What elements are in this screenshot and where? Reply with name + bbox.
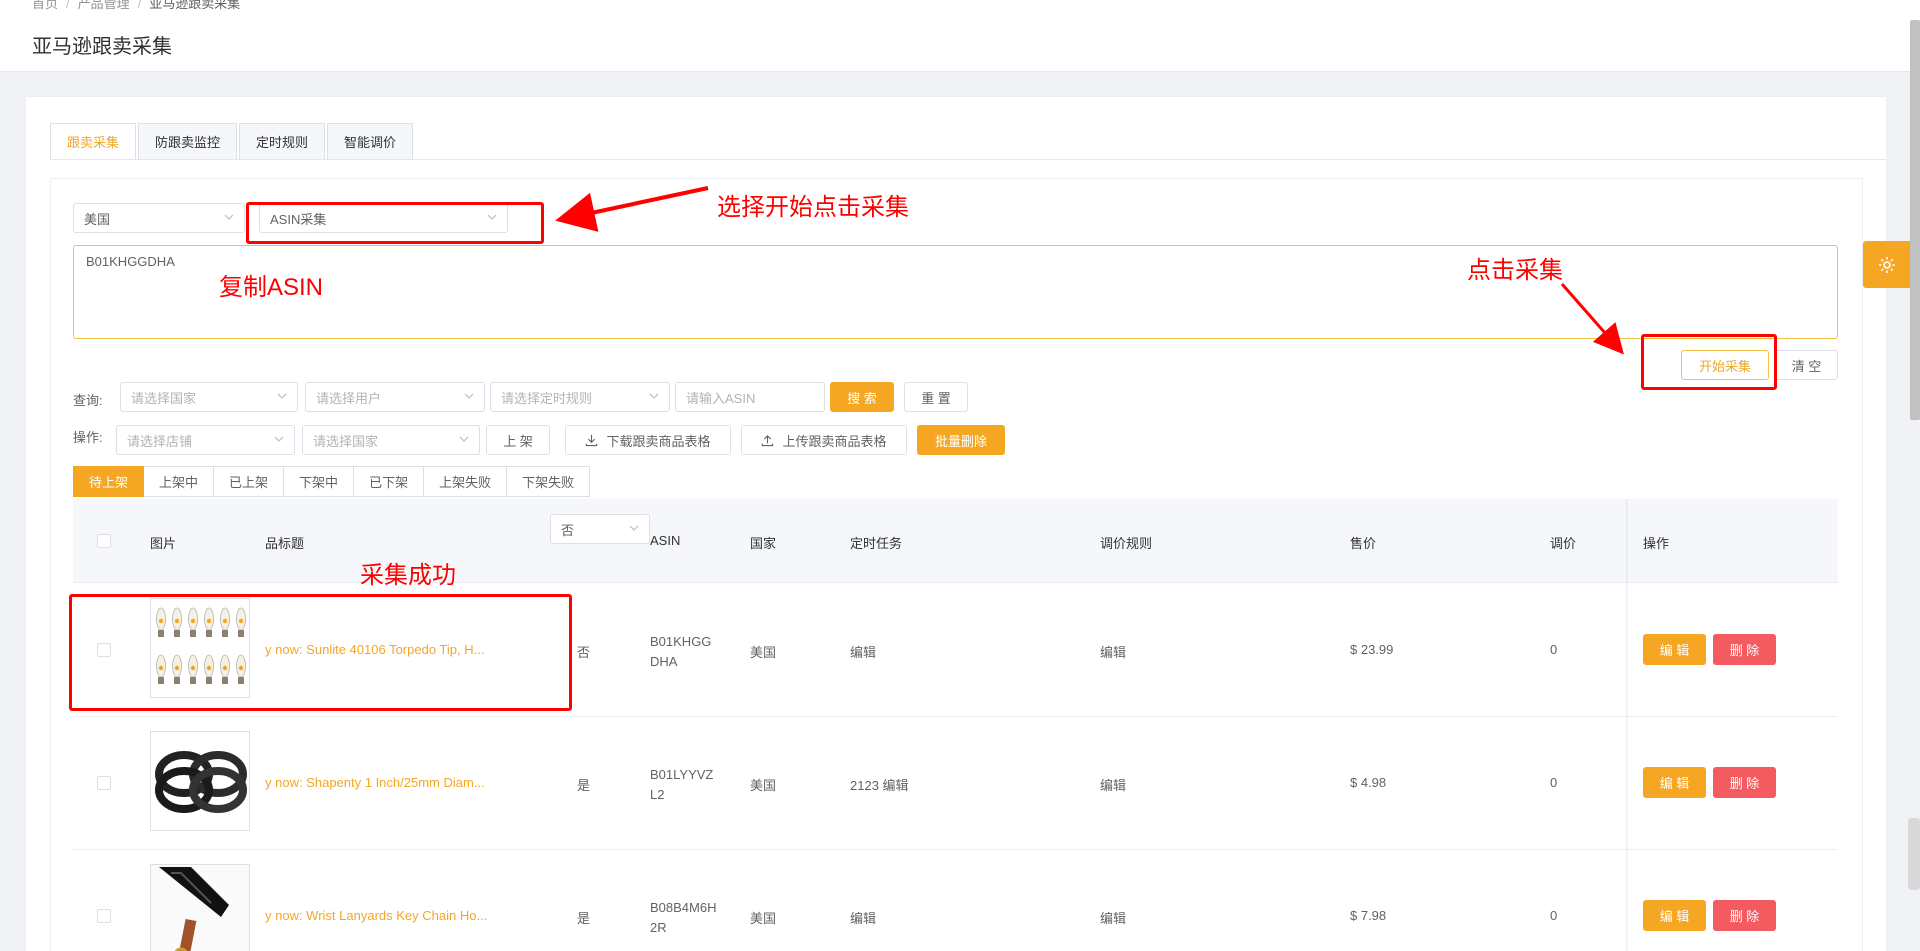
scroll-widget[interactable] [1908,818,1920,890]
arrow-to-mode-select [555,186,709,232]
annotation-arrows [555,186,1624,355]
page-scrollbar[interactable] [1910,20,1920,420]
arrow-to-start-button [1560,283,1624,355]
settings-float-button[interactable] [1863,241,1910,288]
gear-icon [1878,256,1895,273]
